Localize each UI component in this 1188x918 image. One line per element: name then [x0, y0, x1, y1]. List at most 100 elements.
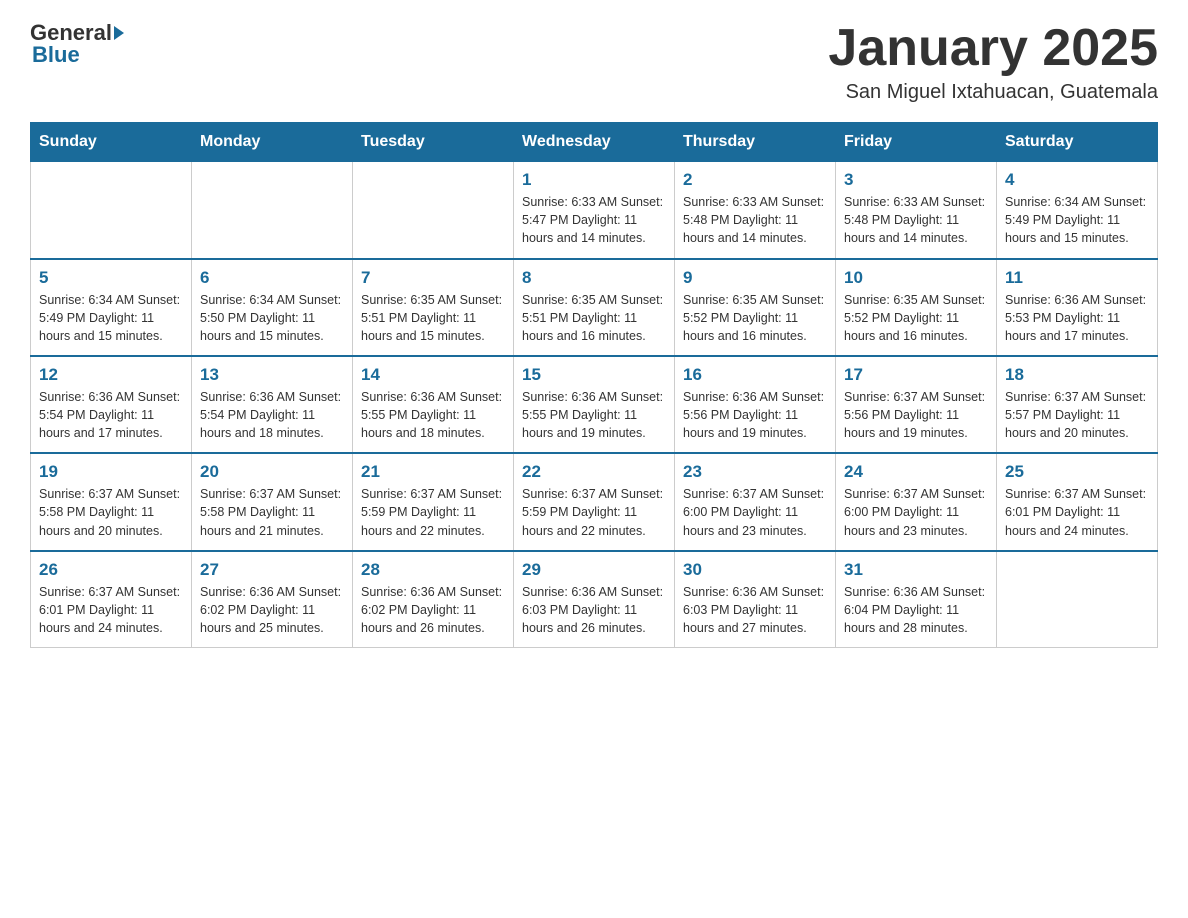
day-number: 2: [683, 170, 827, 190]
day-info: Sunrise: 6:34 AM Sunset: 5:50 PM Dayligh…: [200, 291, 344, 345]
column-header-tuesday: Tuesday: [353, 123, 514, 162]
day-info: Sunrise: 6:37 AM Sunset: 5:56 PM Dayligh…: [844, 388, 988, 442]
day-info: Sunrise: 6:33 AM Sunset: 5:48 PM Dayligh…: [683, 193, 827, 247]
calendar-cell: 21 Sunrise: 6:37 AM Sunset: 5:59 PM Dayli…: [353, 453, 514, 550]
day-number: 8: [522, 268, 666, 288]
calendar-cell: 14 Sunrise: 6:36 AM Sunset: 5:55 PM Dayli…: [353, 356, 514, 453]
calendar-cell: 11Sunrise: 6:36 AM Sunset: 5:53 PM Dayli…: [997, 259, 1158, 356]
day-info: Sunrise: 6:37 AM Sunset: 5:59 PM Dayligh…: [522, 485, 666, 539]
day-number: 25: [1005, 462, 1149, 482]
day-info: Sunrise: 6:34 AM Sunset: 5:49 PM Dayligh…: [39, 291, 183, 345]
calendar-header-row: SundayMondayTuesdayWednesdayThursdayFrid…: [31, 123, 1158, 162]
day-number: 26: [39, 560, 183, 580]
calendar-cell: 19 Sunrise: 6:37 AM Sunset: 5:58 PM Dayli…: [31, 453, 192, 550]
day-info: Sunrise: 6:37 AM Sunset: 5:58 PM Dayligh…: [39, 485, 183, 539]
day-info: Sunrise: 6:37 AM Sunset: 6:00 PM Dayligh…: [844, 485, 988, 539]
calendar-cell: 26 Sunrise: 6:37 AM Sunset: 6:01 PM Dayli…: [31, 551, 192, 648]
day-info: Sunrise: 6:36 AM Sunset: 6:03 PM Dayligh…: [683, 583, 827, 637]
calendar-cell: 6 Sunrise: 6:34 AM Sunset: 5:50 PM Daylig…: [192, 259, 353, 356]
day-info: Sunrise: 6:37 AM Sunset: 5:57 PM Dayligh…: [1005, 388, 1149, 442]
day-info: Sunrise: 6:36 AM Sunset: 6:02 PM Dayligh…: [361, 583, 505, 637]
day-number: 5: [39, 268, 183, 288]
day-info: Sunrise: 6:37 AM Sunset: 5:58 PM Dayligh…: [200, 485, 344, 539]
day-info: Sunrise: 6:36 AM Sunset: 5:55 PM Dayligh…: [361, 388, 505, 442]
day-info: Sunrise: 6:36 AM Sunset: 6:04 PM Dayligh…: [844, 583, 988, 637]
week-row-2: 5 Sunrise: 6:34 AM Sunset: 5:49 PM Daylig…: [31, 259, 1158, 356]
calendar-cell: 23 Sunrise: 6:37 AM Sunset: 6:00 PM Dayli…: [675, 453, 836, 550]
day-info: Sunrise: 6:36 AM Sunset: 6:02 PM Dayligh…: [200, 583, 344, 637]
logo: General Blue: [30, 20, 126, 68]
calendar-cell: 20 Sunrise: 6:37 AM Sunset: 5:58 PM Dayli…: [192, 453, 353, 550]
calendar-cell: 17 Sunrise: 6:37 AM Sunset: 5:56 PM Dayli…: [836, 356, 997, 453]
title-area: January 2025 San Miguel Ixtahuacan, Guat…: [828, 20, 1158, 104]
calendar-cell: 12 Sunrise: 6:36 AM Sunset: 5:54 PM Dayli…: [31, 356, 192, 453]
column-header-sunday: Sunday: [31, 123, 192, 162]
day-info: Sunrise: 6:37 AM Sunset: 5:59 PM Dayligh…: [361, 485, 505, 539]
calendar-cell: 1Sunrise: 6:33 AM Sunset: 5:47 PM Daylig…: [514, 162, 675, 259]
calendar-cell: 9 Sunrise: 6:35 AM Sunset: 5:52 PM Daylig…: [675, 259, 836, 356]
calendar-cell: 15Sunrise: 6:36 AM Sunset: 5:55 PM Dayli…: [514, 356, 675, 453]
column-header-wednesday: Wednesday: [514, 123, 675, 162]
column-header-thursday: Thursday: [675, 123, 836, 162]
day-info: Sunrise: 6:37 AM Sunset: 6:01 PM Dayligh…: [1005, 485, 1149, 539]
day-number: 29: [522, 560, 666, 580]
day-number: 21: [361, 462, 505, 482]
day-number: 19: [39, 462, 183, 482]
day-number: 20: [200, 462, 344, 482]
calendar-cell: 5 Sunrise: 6:34 AM Sunset: 5:49 PM Daylig…: [31, 259, 192, 356]
day-info: Sunrise: 6:33 AM Sunset: 5:48 PM Dayligh…: [844, 193, 988, 247]
day-info: Sunrise: 6:36 AM Sunset: 5:53 PM Dayligh…: [1005, 291, 1149, 345]
day-number: 6: [200, 268, 344, 288]
day-number: 15: [522, 365, 666, 385]
day-number: 14: [361, 365, 505, 385]
logo-blue-text: Blue: [32, 42, 80, 68]
calendar-cell: 10 Sunrise: 6:35 AM Sunset: 5:52 PM Dayli…: [836, 259, 997, 356]
day-info: Sunrise: 6:36 AM Sunset: 6:03 PM Dayligh…: [522, 583, 666, 637]
week-row-4: 19 Sunrise: 6:37 AM Sunset: 5:58 PM Dayli…: [31, 453, 1158, 550]
page-header: General Blue January 2025 San Miguel Ixt…: [30, 20, 1158, 104]
day-info: Sunrise: 6:36 AM Sunset: 5:54 PM Dayligh…: [39, 388, 183, 442]
day-info: Sunrise: 6:33 AM Sunset: 5:47 PM Dayligh…: [522, 193, 666, 247]
day-number: 18: [1005, 365, 1149, 385]
day-number: 30: [683, 560, 827, 580]
column-header-friday: Friday: [836, 123, 997, 162]
calendar-cell: 7Sunrise: 6:35 AM Sunset: 5:51 PM Daylig…: [353, 259, 514, 356]
day-info: Sunrise: 6:36 AM Sunset: 5:54 PM Dayligh…: [200, 388, 344, 442]
calendar-cell: 31 Sunrise: 6:36 AM Sunset: 6:04 PM Dayli…: [836, 551, 997, 648]
day-info: Sunrise: 6:34 AM Sunset: 5:49 PM Dayligh…: [1005, 193, 1149, 247]
day-number: 9: [683, 268, 827, 288]
calendar-cell: 13 Sunrise: 6:36 AM Sunset: 5:54 PM Dayli…: [192, 356, 353, 453]
logo-arrow-icon: [114, 26, 124, 40]
week-row-5: 26 Sunrise: 6:37 AM Sunset: 6:01 PM Dayli…: [31, 551, 1158, 648]
day-number: 17: [844, 365, 988, 385]
day-number: 23: [683, 462, 827, 482]
day-info: Sunrise: 6:35 AM Sunset: 5:51 PM Dayligh…: [361, 291, 505, 345]
calendar-cell: 27 Sunrise: 6:36 AM Sunset: 6:02 PM Dayli…: [192, 551, 353, 648]
day-info: Sunrise: 6:37 AM Sunset: 6:00 PM Dayligh…: [683, 485, 827, 539]
day-info: Sunrise: 6:35 AM Sunset: 5:52 PM Dayligh…: [683, 291, 827, 345]
day-info: Sunrise: 6:35 AM Sunset: 5:52 PM Dayligh…: [844, 291, 988, 345]
day-number: 31: [844, 560, 988, 580]
calendar-cell: 28 Sunrise: 6:36 AM Sunset: 6:02 PM Dayli…: [353, 551, 514, 648]
column-header-monday: Monday: [192, 123, 353, 162]
day-number: 27: [200, 560, 344, 580]
day-number: 10: [844, 268, 988, 288]
calendar-cell: 25 Sunrise: 6:37 AM Sunset: 6:01 PM Dayli…: [997, 453, 1158, 550]
month-title: January 2025: [828, 20, 1158, 77]
calendar-cell: [31, 162, 192, 259]
week-row-1: 1Sunrise: 6:33 AM Sunset: 5:47 PM Daylig…: [31, 162, 1158, 259]
day-number: 13: [200, 365, 344, 385]
day-info: Sunrise: 6:37 AM Sunset: 6:01 PM Dayligh…: [39, 583, 183, 637]
column-header-saturday: Saturday: [997, 123, 1158, 162]
day-number: 16: [683, 365, 827, 385]
calendar-cell: [997, 551, 1158, 648]
day-number: 12: [39, 365, 183, 385]
calendar-cell: 24 Sunrise: 6:37 AM Sunset: 6:00 PM Dayli…: [836, 453, 997, 550]
calendar-cell: 22Sunrise: 6:37 AM Sunset: 5:59 PM Dayli…: [514, 453, 675, 550]
day-number: 28: [361, 560, 505, 580]
calendar-cell: 29 Sunrise: 6:36 AM Sunset: 6:03 PM Dayli…: [514, 551, 675, 648]
day-number: 24: [844, 462, 988, 482]
location-subtitle: San Miguel Ixtahuacan, Guatemala: [828, 81, 1158, 104]
calendar-cell: 3Sunrise: 6:33 AM Sunset: 5:48 PM Daylig…: [836, 162, 997, 259]
calendar-cell: 4Sunrise: 6:34 AM Sunset: 5:49 PM Daylig…: [997, 162, 1158, 259]
